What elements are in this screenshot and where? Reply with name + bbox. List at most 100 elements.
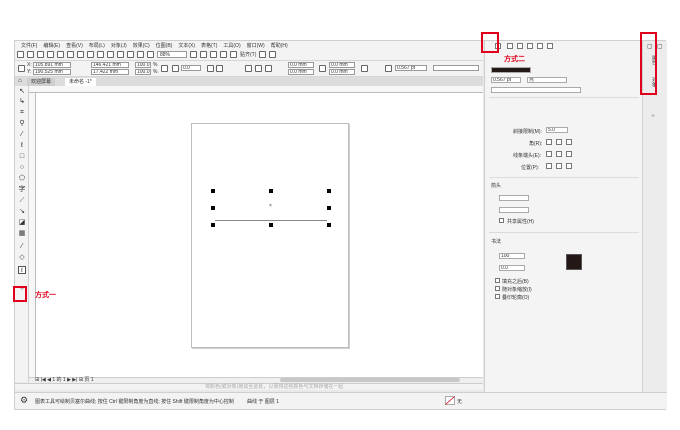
scale-y-field[interactable]: 100.0 — [135, 69, 151, 75]
undo-icon[interactable] — [107, 51, 114, 58]
eyedropper-tool-icon[interactable]: ⁄ — [18, 243, 26, 251]
selected-line[interactable] — [215, 220, 327, 221]
text-tool-icon[interactable]: 字 — [18, 186, 26, 194]
copy-icon[interactable] — [87, 51, 94, 58]
rotation-field[interactable]: 0.0 — [181, 65, 201, 71]
corner-round-icon[interactable] — [245, 65, 252, 72]
selection-handle-tr[interactable] — [327, 189, 331, 193]
outline-color-select[interactable] — [491, 67, 531, 73]
tab-document[interactable]: 未命名 -1* — [65, 78, 96, 86]
selection-handle-mr[interactable] — [327, 206, 331, 210]
menu-effects[interactable]: 效果(C) — [133, 42, 150, 49]
scale-with-image-checkbox[interactable] — [495, 286, 500, 291]
cut-icon[interactable] — [77, 51, 84, 58]
new-doc-icon[interactable] — [17, 51, 24, 58]
pos-inside-icon[interactable] — [566, 163, 572, 169]
horizontal-ruler[interactable] — [29, 86, 483, 93]
crop-tool-icon[interactable]: ⌗ — [18, 109, 26, 117]
show-rulers-icon[interactable] — [200, 51, 207, 58]
pos-center-icon[interactable] — [556, 163, 562, 169]
show-grid-icon[interactable] — [210, 51, 217, 58]
no-fill-icon[interactable] — [445, 396, 455, 405]
menu-edit[interactable]: 编辑(E) — [43, 42, 60, 49]
ellipse-tool-icon[interactable]: ○ — [18, 164, 26, 172]
drop-shadow-icon[interactable]: ◪ — [18, 219, 26, 227]
unit-select[interactable]: 点 — [527, 77, 567, 83]
zoom-select[interactable]: 88% — [157, 51, 187, 58]
vertical-ruler[interactable] — [29, 93, 36, 377]
corner-bevel-icon[interactable] — [566, 139, 572, 145]
document-palette[interactable]: 将颜色(或对象)拖动至此处，以便将这些颜色与文档存储在一起 — [15, 383, 483, 390]
overprint-checkbox[interactable] — [495, 294, 500, 299]
docker-close-icon[interactable]: ▢ — [657, 43, 663, 50]
redo-icon[interactable] — [117, 51, 124, 58]
menu-file[interactable]: 文件(F) — [21, 42, 37, 49]
nib-shape-swatch[interactable] — [566, 254, 582, 270]
paste-icon[interactable] — [97, 51, 104, 58]
line-style-select[interactable] — [433, 65, 479, 71]
connector-tool-icon[interactable]: ↘ — [18, 208, 26, 216]
interactive-fill-icon[interactable]: ◇ — [18, 254, 26, 262]
start-arrow-select[interactable] — [499, 195, 529, 201]
corner-miter-icon[interactable] — [546, 139, 552, 145]
height-field[interactable]: 17.422 mm — [91, 69, 129, 75]
full-screen-icon[interactable] — [190, 51, 197, 58]
export-icon[interactable] — [137, 51, 144, 58]
relative-scale-icon[interactable] — [361, 65, 368, 72]
snap-dropdown[interactable]: 贴齐(T) — [240, 51, 256, 58]
corner-scallop-icon[interactable] — [255, 65, 262, 72]
menu-table[interactable]: 表格(T) — [201, 42, 217, 49]
menu-layout[interactable]: 布局(L) — [89, 42, 105, 49]
shape-tool-icon[interactable]: ↳ — [18, 98, 26, 106]
share-attr-checkbox[interactable] — [499, 218, 504, 223]
image-tab-icon[interactable] — [547, 43, 553, 49]
polygon-tool-icon[interactable]: ⬠ — [18, 175, 26, 183]
outline-pen-tool-icon[interactable]: ℓ — [18, 266, 26, 274]
zoom-tool-icon[interactable]: ⚲ — [18, 120, 26, 128]
open-icon[interactable] — [27, 51, 34, 58]
cap-round-icon[interactable] — [556, 151, 562, 157]
menu-text[interactable]: 文本(X) — [178, 42, 195, 49]
selection-handle-ml[interactable] — [211, 206, 215, 210]
corner-round-docker-icon[interactable] — [556, 139, 562, 145]
selection-handle-br[interactable] — [327, 223, 331, 227]
x-position-field[interactable]: 105.891 mm — [33, 62, 71, 68]
end-arrow-select[interactable] — [499, 207, 529, 213]
print-icon[interactable] — [67, 51, 74, 58]
scale-x-field[interactable]: 100.0 — [135, 62, 151, 68]
cloud-icon[interactable] — [47, 51, 54, 58]
document-page[interactable] — [191, 123, 349, 348]
menu-bitmaps[interactable]: 位图(B) — [156, 42, 173, 49]
selection-handle-bl[interactable] — [211, 223, 215, 227]
tab-welcome[interactable]: 欢迎屏幕 — [27, 78, 56, 86]
snap-icon[interactable] — [230, 51, 237, 58]
save-icon[interactable] — [37, 51, 44, 58]
artistic-media-icon[interactable]: ℓ — [18, 142, 26, 150]
menu-help[interactable]: 帮助(H) — [271, 42, 288, 49]
outline-width-select[interactable]: 0.567 pt — [491, 77, 521, 83]
cap-square-icon[interactable] — [566, 151, 572, 157]
cap-butt-icon[interactable] — [546, 151, 552, 157]
corner-radius-2[interactable]: 0.0 mm — [288, 69, 314, 75]
options-gear-icon[interactable] — [259, 51, 267, 58]
rectangle-tool-icon[interactable]: □ — [18, 153, 26, 161]
corner-radius-3[interactable]: 0.0 mm — [329, 62, 355, 68]
drawing-canvas[interactable]: × — [36, 93, 483, 377]
effects-tab-icon[interactable] — [527, 43, 533, 49]
object-origin-icon[interactable] — [18, 65, 25, 72]
import-icon[interactable] — [127, 51, 134, 58]
selection-handle-bc[interactable] — [269, 223, 273, 227]
transparency-tab-icon[interactable] — [517, 43, 523, 49]
line-style-docker-select[interactable] — [491, 87, 581, 93]
transparency-tool-icon[interactable]: ▦ — [18, 230, 26, 238]
width-field[interactable]: 146.421 mm — [91, 62, 129, 68]
guidelines-icon[interactable] — [220, 51, 227, 58]
mirror-h-icon[interactable] — [207, 65, 214, 72]
fill-tab-icon[interactable] — [507, 43, 513, 49]
launch-icon[interactable] — [269, 51, 277, 58]
outline-width-field[interactable]: 0.567 pt — [395, 65, 427, 71]
pick-tool-icon[interactable]: ↖ — [18, 88, 26, 96]
miter-limit-field[interactable]: 5.0 — [546, 127, 568, 133]
pdf-icon[interactable] — [147, 51, 154, 58]
menu-tools[interactable]: 工具(O) — [223, 42, 240, 49]
